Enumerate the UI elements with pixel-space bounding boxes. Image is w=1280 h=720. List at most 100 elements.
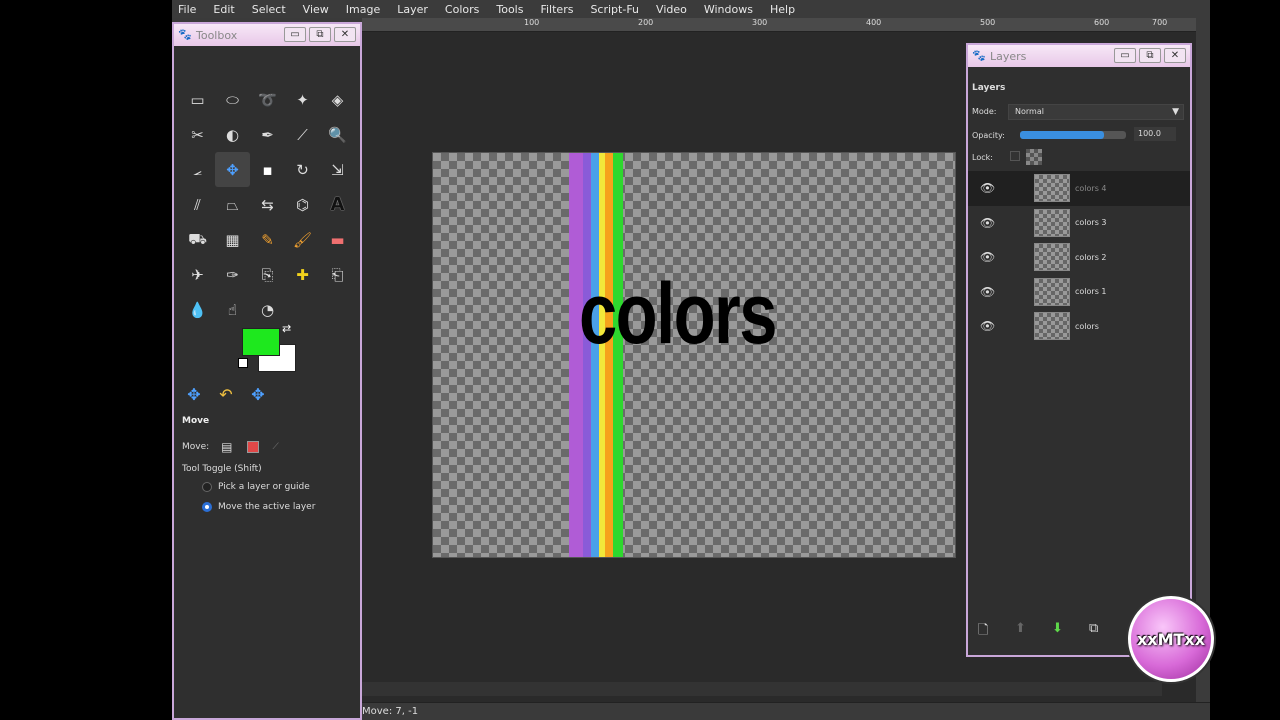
pick-layer-radio[interactable]: Pick a layer or guide [176, 482, 360, 492]
color-swatches: ⇄ [238, 322, 298, 372]
clone-icon[interactable]: ⎘ [250, 257, 285, 292]
toolbox-titlebar[interactable]: 🐾 Toolbox ▭ ⧉ ✕ [174, 24, 360, 46]
move-selection-icon[interactable] [246, 441, 259, 453]
lower-layer-icon[interactable]: ⬇ [1052, 621, 1089, 643]
screen: File Edit Select View Image Layer Colors… [0, 0, 1280, 720]
bucket-fill-icon[interactable]: ⛟ [180, 222, 215, 257]
opacity-spinner[interactable]: 100.0 [1134, 127, 1176, 141]
zoom-icon[interactable]: 🔍 [320, 117, 355, 152]
menu-select[interactable]: Select [252, 3, 286, 16]
move-layer-icon[interactable]: ▤ [221, 440, 232, 454]
paths-icon[interactable]: ✒ [250, 117, 285, 152]
dodge-icon[interactable]: ◔ [250, 292, 285, 327]
move-icon[interactable]: ✥ [215, 152, 250, 187]
perspective-icon[interactable]: ⏢ [215, 187, 250, 222]
menu-file[interactable]: File [178, 3, 196, 16]
pencil-icon[interactable]: ✎ [250, 222, 285, 257]
layer-row[interactable]: 👁 colors 1 [968, 275, 1190, 310]
ruler-label: 200 [638, 18, 654, 27]
minimize-button[interactable]: ▭ [284, 27, 306, 42]
menu-video[interactable]: Video [656, 3, 687, 16]
rotate-icon[interactable]: ↻ [285, 152, 320, 187]
image-canvas[interactable]: colors [432, 152, 956, 558]
tool-grid: ▭ ⬭ ➰ ✦ ◈ ✂ ◐ ✒ ⟋ 🔍 ⦟ ✥ ▪ ↻ ⇲ ⫽ ⏢ ⇆ ⌬ A ⛟ ▦ ✎ 🖌 ▬ ✈ ✑ ⎘ ✚ ⎗ 💧 ☝ ◔ [180, 82, 355, 327]
color-select-icon[interactable]: ◈ [320, 82, 355, 117]
smudge-icon[interactable]: ☝ [215, 292, 250, 327]
raise-layer-icon[interactable]: ⬆ [1015, 621, 1052, 643]
layer-thumbnail [1034, 312, 1070, 341]
horizontal-scrollbar[interactable] [362, 682, 1162, 696]
scale-icon[interactable]: ⇲ [320, 152, 355, 187]
layer-row[interactable]: 👁 colors 3 [968, 206, 1190, 241]
paintbrush-icon[interactable]: 🖌 [285, 222, 320, 257]
radio-pick[interactable] [202, 482, 212, 492]
flip-icon[interactable]: ⇆ [250, 187, 285, 222]
shear-icon[interactable]: ⫽ [180, 187, 215, 222]
menu-colors[interactable]: Colors [445, 3, 479, 16]
lasso-icon[interactable]: ➰ [250, 82, 285, 117]
minimize-button[interactable]: ▭ [1114, 48, 1136, 63]
maximize-button[interactable]: ⧉ [1139, 48, 1161, 63]
tool-toggle-row: Tool Toggle (Shift) [176, 464, 360, 474]
move-tab2-icon[interactable]: ✥ [242, 380, 274, 408]
swap-colors-icon[interactable]: ⇄ [282, 322, 291, 335]
blend-icon[interactable]: ▦ [215, 222, 250, 257]
layers-titlebar[interactable]: 🐾 Layers ▭ ⧉ ✕ [968, 45, 1190, 67]
eye-icon[interactable]: 👁 [980, 250, 995, 264]
heal-icon[interactable]: ✚ [285, 257, 320, 292]
foreground-select-icon[interactable]: ◐ [215, 117, 250, 152]
fuzzy-select-icon[interactable]: ✦ [285, 82, 320, 117]
undo-tab-icon[interactable]: ↶ [210, 380, 242, 408]
airbrush-icon[interactable]: ✈ [180, 257, 215, 292]
eye-icon[interactable]: 👁 [980, 285, 995, 299]
reset-colors-icon[interactable] [238, 358, 248, 368]
lock-alpha-icon[interactable] [1026, 149, 1042, 165]
cage-icon[interactable]: ⌬ [285, 187, 320, 222]
layer-row[interactable]: 👁 colors [968, 309, 1190, 344]
crop-icon[interactable]: ▪ [250, 152, 285, 187]
layer-row[interactable]: 👁 colors 2 [968, 240, 1190, 275]
menu-windows[interactable]: Windows [704, 3, 753, 16]
eye-icon[interactable]: 👁 [980, 216, 995, 230]
maximize-button[interactable]: ⧉ [309, 27, 331, 42]
gimp-icon: 🐾 [178, 28, 192, 41]
foreground-color[interactable] [242, 328, 280, 356]
rect-select-icon[interactable]: ▭ [180, 82, 215, 117]
perspective-clone-icon[interactable]: ⎗ [320, 257, 355, 292]
move-path-icon[interactable]: ⟋ [273, 442, 279, 452]
eye-icon[interactable]: 👁 [980, 319, 995, 333]
eye-icon[interactable]: 👁 [980, 181, 995, 195]
radio-move-active[interactable] [202, 502, 212, 512]
move-label: Move: [182, 442, 210, 452]
move-active-radio[interactable]: Move the active layer [176, 502, 360, 512]
menu-image[interactable]: Image [346, 3, 380, 16]
mode-select[interactable]: Normal ▼ [1008, 104, 1184, 120]
menu-script-fu[interactable]: Script-Fu [590, 3, 639, 16]
menu-filters[interactable]: Filters [540, 3, 573, 16]
color-picker-icon[interactable]: ⟋ [285, 117, 320, 152]
close-button[interactable]: ✕ [334, 27, 356, 42]
scissors-icon[interactable]: ✂ [180, 117, 215, 152]
layer-thumbnail [1034, 243, 1070, 272]
horizontal-ruler[interactable]: 100 200 300 400 500 600 700 [362, 18, 1210, 32]
move-tab-icon[interactable]: ✥ [178, 380, 210, 408]
lock-pixels-checkbox[interactable] [1010, 151, 1020, 161]
menu-help[interactable]: Help [770, 3, 795, 16]
ink-icon[interactable]: ✑ [215, 257, 250, 292]
measure-icon[interactable]: ⦟ [180, 152, 215, 187]
layer-row[interactable]: 👁 colors 4 [968, 171, 1190, 206]
eraser-icon[interactable]: ▬ [320, 222, 355, 257]
menu-edit[interactable]: Edit [213, 3, 234, 16]
opacity-slider[interactable] [1020, 131, 1126, 139]
menu-layer[interactable]: Layer [397, 3, 428, 16]
ruler-label: 100 [524, 18, 540, 27]
blur-icon[interactable]: 💧 [180, 292, 215, 327]
new-layer-icon[interactable]: 🗋 [978, 621, 1015, 643]
menu-tools[interactable]: Tools [496, 3, 523, 16]
close-button[interactable]: ✕ [1164, 48, 1186, 63]
menu-view[interactable]: View [303, 3, 329, 16]
vertical-scrollbar[interactable] [1196, 18, 1210, 702]
duplicate-layer-icon[interactable]: ⧉ [1089, 621, 1126, 643]
text-icon[interactable]: A [320, 187, 355, 222]
ellipse-select-icon[interactable]: ⬭ [215, 82, 250, 117]
